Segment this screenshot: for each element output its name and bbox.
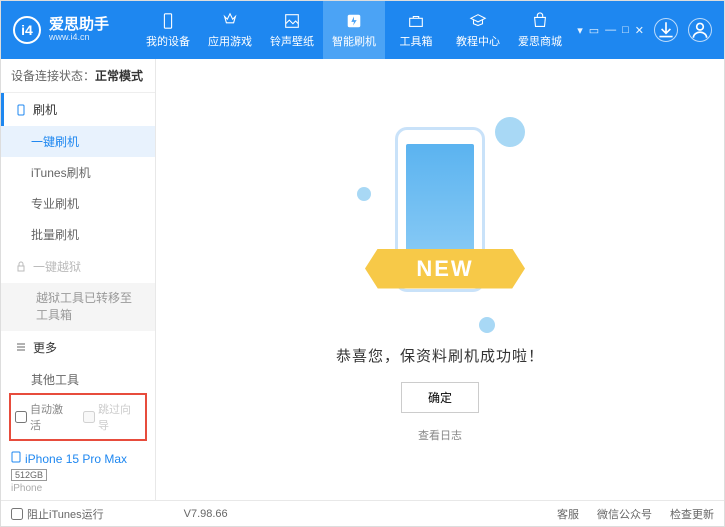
lock-icon xyxy=(15,261,27,273)
nav-ringtones[interactable]: 铃声壁纸 xyxy=(261,1,323,59)
success-message: 恭喜您，保资料刷机成功啦！ xyxy=(336,345,544,366)
device-info: iPhone 15 Pro Max 512GB iPhone xyxy=(1,445,155,500)
nav-toolbox[interactable]: 工具箱 xyxy=(385,1,447,59)
footer: 阻止iTunes运行 V7.98.66 客服 微信公众号 检查更新 xyxy=(1,500,724,526)
nav-apps[interactable]: 应用游戏 xyxy=(199,1,261,59)
checkbox-block-itunes[interactable]: 阻止iTunes运行 xyxy=(11,506,104,522)
logo-icon: i4 xyxy=(13,16,41,44)
apps-icon xyxy=(221,12,239,30)
phone-small-icon xyxy=(11,451,21,466)
device-storage: 512GB xyxy=(11,469,47,481)
menu-itunes-flash[interactable]: iTunes刷机 xyxy=(1,157,155,188)
main-content: NEW 恭喜您，保资料刷机成功啦！ 确定 查看日志 xyxy=(156,59,724,500)
footer-link-update[interactable]: 检查更新 xyxy=(670,506,714,522)
store-icon xyxy=(531,12,549,30)
menu-icon[interactable]: ▾ xyxy=(577,24,583,37)
nav-smart-flash[interactable]: 智能刷机 xyxy=(323,1,385,59)
app-header: i4 爱思助手 www.i4.cn 我的设备 应用游戏 铃声壁纸 智能刷机 工具… xyxy=(1,1,724,59)
device-icon xyxy=(159,12,177,30)
menu-batch-flash[interactable]: 批量刷机 xyxy=(1,219,155,250)
options-box: 自动激活 跳过向导 xyxy=(9,393,147,441)
phone-illustration: NEW xyxy=(375,117,505,327)
minimize-icon[interactable]: — xyxy=(605,24,616,37)
maximize-icon[interactable]: □ xyxy=(622,24,629,37)
menu-jailbreak-moved: 越狱工具已转移至工具箱 xyxy=(1,283,155,331)
lock-icon[interactable]: ▭ xyxy=(589,24,599,37)
window-controls: ▾ ▭ — □ ✕ xyxy=(577,24,644,37)
device-name[interactable]: iPhone 15 Pro Max xyxy=(11,451,145,466)
device-status: 设备连接状态：正常模式 xyxy=(1,59,155,93)
ok-button[interactable]: 确定 xyxy=(401,382,479,413)
app-url: www.i4.cn xyxy=(49,33,109,43)
menu-group-jailbreak[interactable]: 一键越狱 xyxy=(1,250,155,283)
menu-group-flash[interactable]: 刷机 xyxy=(1,93,155,126)
nav-store[interactable]: 爱思商城 xyxy=(509,1,571,59)
menu-other-tools[interactable]: 其他工具 xyxy=(1,364,155,389)
menu-group-more[interactable]: 更多 xyxy=(1,331,155,364)
phone-icon xyxy=(15,104,27,116)
more-icon xyxy=(15,341,27,353)
logo-area: i4 爱思助手 www.i4.cn xyxy=(13,16,109,44)
version-label: V7.98.66 xyxy=(184,508,228,520)
nav-my-device[interactable]: 我的设备 xyxy=(137,1,199,59)
close-icon[interactable]: ✕ xyxy=(635,24,644,37)
top-nav: 我的设备 应用游戏 铃声壁纸 智能刷机 工具箱 教程中心 爱思商城 xyxy=(137,1,571,59)
menu-one-click-flash[interactable]: 一键刷机 xyxy=(1,126,155,157)
footer-link-wechat[interactable]: 微信公众号 xyxy=(597,506,652,522)
sidebar: 设备连接状态：正常模式 刷机 一键刷机 iTunes刷机 专业刷机 批量刷机 一… xyxy=(1,59,156,500)
checkbox-skip-guide[interactable]: 跳过向导 xyxy=(83,401,141,433)
user-button[interactable] xyxy=(688,18,712,42)
nav-tutorials[interactable]: 教程中心 xyxy=(447,1,509,59)
menu-pro-flash[interactable]: 专业刷机 xyxy=(1,188,155,219)
tutorial-icon xyxy=(469,12,487,30)
flash-icon xyxy=(345,12,363,30)
toolbox-icon xyxy=(407,12,425,30)
footer-link-support[interactable]: 客服 xyxy=(557,506,579,522)
view-log-link[interactable]: 查看日志 xyxy=(418,427,462,443)
wallpaper-icon xyxy=(283,12,301,30)
app-title: 爱思助手 xyxy=(49,17,109,34)
download-button[interactable] xyxy=(654,18,678,42)
new-banner: NEW xyxy=(365,249,525,289)
checkbox-auto-activate[interactable]: 自动激活 xyxy=(15,401,73,433)
device-type: iPhone xyxy=(11,483,145,494)
